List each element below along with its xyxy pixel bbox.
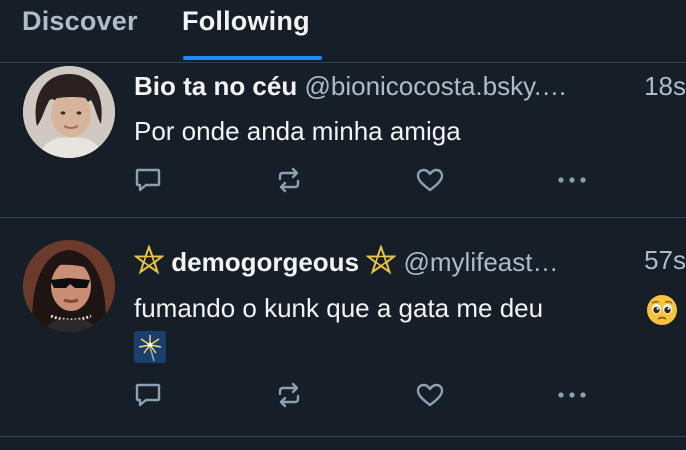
like-icon xyxy=(416,383,444,407)
like-icon xyxy=(416,168,444,192)
more-icon xyxy=(558,177,586,183)
post-timestamp[interactable]: 57s xyxy=(644,245,686,276)
repost-icon xyxy=(278,382,300,408)
more-icon xyxy=(558,392,586,398)
reply-icon xyxy=(135,168,161,192)
reply-button[interactable] xyxy=(132,378,164,412)
post-header: demogorgeous @mylifeast… 57s xyxy=(134,245,686,279)
post-actions xyxy=(0,163,686,199)
post-text: fumando o kunk que a gata me deu xyxy=(134,293,544,323)
post-header: Bio ta no céu @bionicocosta.bsky.… 18s xyxy=(134,71,686,105)
avatar[interactable] xyxy=(23,240,115,332)
repost-button[interactable] xyxy=(273,378,305,412)
post-actions xyxy=(0,378,686,414)
post-text: Por onde anda minha amiga xyxy=(134,116,461,146)
avatar[interactable] xyxy=(23,66,115,158)
like-button[interactable] xyxy=(414,378,446,412)
tab-following[interactable]: Following xyxy=(182,6,310,37)
repost-button[interactable] xyxy=(273,163,305,197)
avatar-image xyxy=(23,240,115,332)
sparkler-emoji xyxy=(134,331,166,363)
author-handle[interactable]: @mylifeast… xyxy=(404,247,559,277)
reply-button[interactable] xyxy=(132,163,164,197)
post-timestamp[interactable]: 18s xyxy=(644,71,686,102)
pentagram-icon xyxy=(134,245,164,275)
more-options-button[interactable] xyxy=(556,163,588,197)
author-name[interactable]: demogorgeous xyxy=(171,247,359,277)
author-name[interactable]: Bio ta no céu xyxy=(134,71,297,101)
pentagram-icon xyxy=(366,245,397,275)
feed-post[interactable]: Bio ta no céu @bionicocosta.bsky.… 18s P… xyxy=(0,63,686,217)
like-button[interactable] xyxy=(414,163,446,197)
pleading-face-emoji xyxy=(647,295,677,325)
more-options-button[interactable] xyxy=(556,378,588,412)
avatar-image xyxy=(23,66,115,158)
feed-post[interactable]: demogorgeous @mylifeast… 57s fumando o k… xyxy=(0,218,686,436)
feed-tabs: Discover Following xyxy=(0,0,686,62)
active-tab-indicator xyxy=(183,56,322,60)
tab-discover[interactable]: Discover xyxy=(22,6,138,37)
author-handle[interactable]: @bionicocosta.bsky.… xyxy=(304,71,567,101)
post-divider xyxy=(0,436,686,437)
repost-icon xyxy=(278,167,300,193)
reply-icon xyxy=(135,383,161,407)
